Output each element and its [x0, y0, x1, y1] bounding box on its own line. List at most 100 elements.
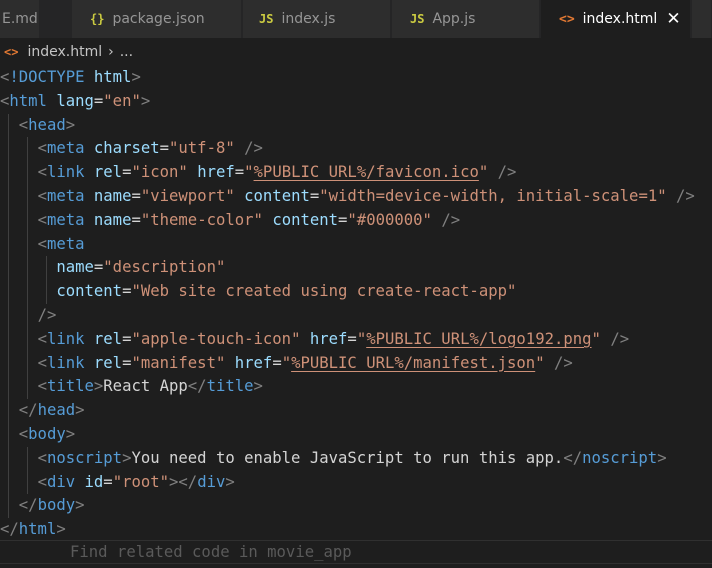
string-value: " [356, 329, 367, 348]
attribute-name: lang [56, 91, 94, 110]
tab-index-js[interactable]: JS index.js [243, 0, 391, 38]
breadcrumb: <> index.html › ... [0, 38, 712, 66]
link-value[interactable]: %PUBLIC_URL%/manifest.json [291, 354, 535, 372]
tab-label: index.js [281, 11, 336, 27]
code-line[interactable]: <meta name="viewport" content="width=dev… [0, 184, 712, 209]
string-value: " [244, 163, 254, 182]
tag-bracket: </ [0, 520, 19, 539]
code-line[interactable]: <link rel="icon" href="%PUBLIC_URL%/favi… [0, 161, 712, 185]
indent-guide [8, 137, 9, 162]
code-line[interactable]: <div id="root"></div> [0, 470, 712, 495]
string-value: "manifest" [131, 353, 226, 372]
js-file-icon: JS [259, 12, 274, 26]
code-line[interactable]: <meta [0, 232, 712, 257]
attribute-name: name [93, 210, 132, 229]
indent-guide [8, 327, 9, 352]
tag-bracket: > [75, 401, 85, 420]
code-line[interactable]: /> [0, 303, 712, 328]
attribute-name: name [56, 258, 94, 277]
attribute-name: rel [93, 353, 123, 372]
code-line[interactable]: <meta name="theme-color" content="#00000… [0, 208, 712, 233]
code-line[interactable]: </body> [0, 494, 712, 519]
tab-index-html[interactable]: <> index.html ✕ [541, 0, 691, 38]
indent-guide [27, 375, 28, 400]
tag-bracket: < [37, 329, 47, 348]
indent-guide [8, 161, 9, 185]
tab-label: App.js [432, 11, 476, 27]
indent-guide [27, 280, 28, 304]
code-line[interactable]: <!DOCTYPE html> [0, 66, 712, 90]
code-line[interactable]: <meta charset="utf-8" /> [0, 137, 712, 162]
indent-guide [8, 256, 9, 281]
indent-guide [27, 184, 28, 209]
indent-guide [27, 303, 28, 328]
tab-label: package.json [112, 11, 205, 27]
tag-bracket: < [37, 353, 47, 372]
attribute-name: id [84, 472, 104, 491]
indent-guide [8, 399, 9, 423]
tag-bracket: < [0, 68, 10, 86]
link-value[interactable]: %PUBLIC_URL%/favicon.ico [254, 163, 479, 181]
code-line[interactable]: <head> [0, 113, 712, 138]
attribute-name: html [93, 68, 132, 86]
tag-bracket: < [18, 424, 29, 443]
tag-bracket: </ [18, 496, 38, 515]
code-line[interactable]: <link rel="manifest" href="%PUBLIC_URL%/… [0, 351, 712, 376]
attribute-name: rel [93, 163, 123, 182]
code-line[interactable]: </head> [0, 399, 712, 423]
link-value[interactable]: %PUBLIC_URL%/logo192.png [366, 330, 591, 348]
tag-bracket: < [37, 210, 47, 229]
tag-bracket: /> [497, 163, 517, 182]
code-line[interactable]: <link rel="apple-touch-icon" href="%PUBL… [0, 327, 712, 352]
indent-guide [8, 232, 9, 257]
tag-bracket: /> [676, 186, 695, 205]
string-value: "description" [103, 258, 226, 277]
code-line[interactable]: <html lang="en"> [0, 90, 712, 114]
string-value: " [535, 353, 545, 372]
code-text: = [93, 91, 104, 110]
breadcrumb-file[interactable]: index.html [27, 44, 102, 60]
code-line[interactable]: <body> [0, 422, 712, 447]
code-line[interactable]: content="Web site created using create-r… [0, 280, 712, 304]
tag-bracket: > [56, 520, 66, 539]
code-text: = [234, 163, 245, 182]
tab-app-js[interactable]: JS App.js [392, 0, 540, 38]
code-editor[interactable]: <!DOCTYPE html> <html lang="en"> <head> <… [0, 66, 712, 540]
attribute-name: href [309, 329, 348, 348]
attribute-name: name [93, 186, 132, 205]
tab-package-json[interactable]: {} package.json [72, 0, 242, 38]
tag-bracket: > [93, 377, 104, 396]
tab-overflow[interactable] [692, 0, 712, 38]
code-line[interactable]: name="description" [0, 256, 712, 281]
breadcrumb-symbols[interactable]: ... [120, 44, 133, 60]
string-value: "Web site created using create-react-app… [131, 282, 517, 301]
tag-bracket: ></ [169, 472, 198, 491]
close-icon[interactable]: ✕ [666, 9, 680, 29]
tag-bracket: > [75, 496, 85, 515]
attribute-name: content [56, 282, 123, 301]
tag-bracket: < [37, 186, 47, 205]
tag-name: noscript [582, 448, 658, 467]
code-text: = [159, 139, 170, 158]
code-line[interactable]: <noscript>You need to enable JavaScript … [0, 446, 712, 471]
code-line[interactable]: </html> [0, 518, 712, 542]
code-line[interactable]: <title>React App</title> [0, 375, 712, 400]
find-related-code-hint[interactable]: Find related code in movie_app [0, 540, 712, 564]
tag-name: link [46, 353, 85, 372]
tab-readme[interactable]: E.md [0, 0, 40, 38]
tag-bracket: < [37, 139, 47, 158]
tag-name: meta [46, 234, 85, 253]
